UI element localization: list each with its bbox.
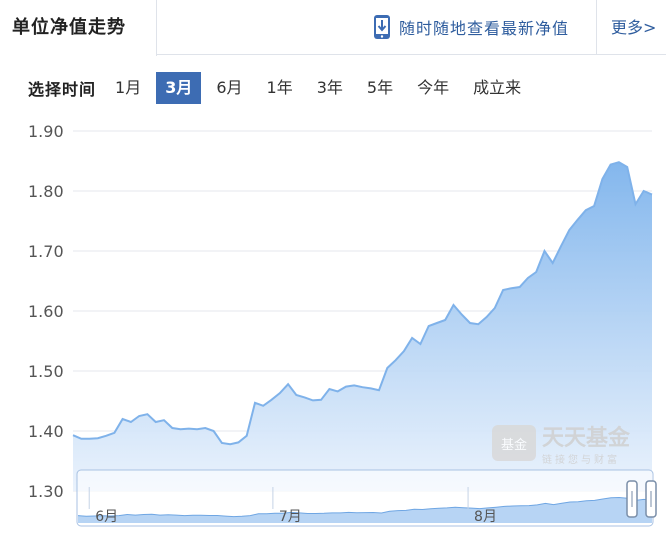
navigator-month-label: 6月 [95, 509, 118, 525]
range-btn-6m[interactable]: 6月 [207, 72, 251, 104]
y-axis: 1.90 1.80 1.70 1.60 1.50 1.40 1.30 [28, 122, 64, 501]
phone-download-icon [374, 15, 390, 39]
time-range-label: 选择时间 [28, 80, 97, 99]
page-title[interactable]: 单位净值走势 [0, 0, 157, 56]
navigator-handle-right[interactable] [645, 480, 657, 518]
y-tick-label: 1.60 [28, 302, 64, 321]
range-btn-1m[interactable]: 1月 [106, 72, 150, 104]
watermark-name: 天天基金 [542, 425, 631, 451]
watermark-slogan: 链接您与财富 [542, 453, 620, 466]
more-link[interactable]: 更多> [596, 0, 666, 55]
range-btn-5y[interactable]: 5年 [358, 72, 402, 104]
y-tick-label: 1.70 [28, 242, 64, 261]
navigator-handle-left[interactable] [626, 480, 638, 518]
range-btn-3y[interactable]: 3年 [308, 72, 352, 104]
y-tick-label: 1.90 [28, 122, 64, 141]
range-btn-1y[interactable]: 1年 [258, 72, 302, 104]
nav-chart: 1.90 1.80 1.70 1.60 1.50 1.40 1.30 基金 天天基金 链接您… [28, 122, 657, 527]
y-tick-label: 1.50 [28, 362, 64, 381]
y-tick-label: 1.80 [28, 182, 64, 201]
range-btn-3m[interactable]: 3月 [156, 72, 202, 104]
y-tick-label: 1.40 [28, 422, 64, 441]
y-tick-label: 1.30 [28, 482, 64, 501]
header-bar: 单位净值走势 随时随地查看最新净值 更多> [0, 0, 666, 56]
mobile-view-link-label: 随时随地查看最新净值 [399, 19, 570, 38]
watermark-badge: 基金 [501, 437, 527, 453]
time-range-selector: 选择时间 1月 3月 6月 1年 3年 5年 今年 成立来 [28, 72, 536, 104]
mobile-view-link[interactable]: 随时随地查看最新净值 [373, 12, 569, 42]
watermark: 基金 天天基金 链接您与财富 [492, 425, 631, 466]
navigator-month-label: 7月 [279, 509, 302, 525]
range-btn-inception[interactable]: 成立来 [464, 72, 530, 104]
range-btn-ytd[interactable]: 今年 [408, 72, 458, 104]
navigator-month-label: 8月 [474, 509, 497, 525]
range-navigator[interactable]: 6月 7月 8月 [76, 469, 657, 527]
